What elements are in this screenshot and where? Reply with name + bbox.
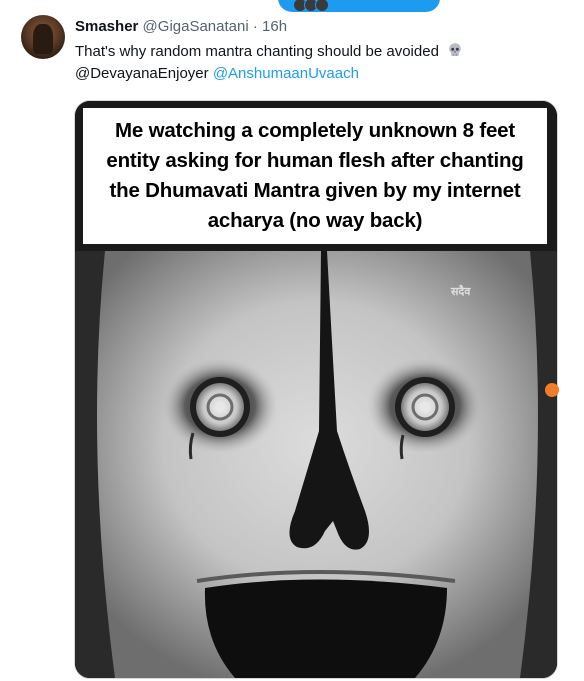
avatar-figure [33, 24, 53, 54]
meme-caption: Me watching a completely unknown 8 feet … [83, 108, 547, 244]
avatar[interactable] [21, 15, 65, 59]
mention-anshumaanuvaach[interactable]: @AnshumaanUvaach [213, 65, 359, 82]
tweet[interactable]: Smasher @GigaSanatani · 16h That's why r… [0, 0, 584, 681]
mention-devayanaenjoyer[interactable]: @DevayanaEnjoyer [75, 65, 209, 82]
side-tab-handle[interactable] [545, 383, 559, 397]
tweet-header: Smasher @GigaSanatani · 16h [75, 18, 287, 35]
separator: · [252, 18, 258, 35]
display-name[interactable]: Smasher [75, 18, 138, 35]
tweet-media-image[interactable]: Me watching a completely unknown 8 feet … [74, 100, 558, 679]
handle[interactable]: @GigaSanatani [143, 18, 249, 35]
watermark-logo: सदैव [451, 285, 471, 298]
timestamp[interactable]: 16h [262, 18, 287, 35]
skull-icon [449, 43, 461, 56]
tweet-text: That's why random mantra chanting should… [75, 41, 545, 85]
tweet-body: That's why random mantra chanting should… [75, 43, 439, 60]
